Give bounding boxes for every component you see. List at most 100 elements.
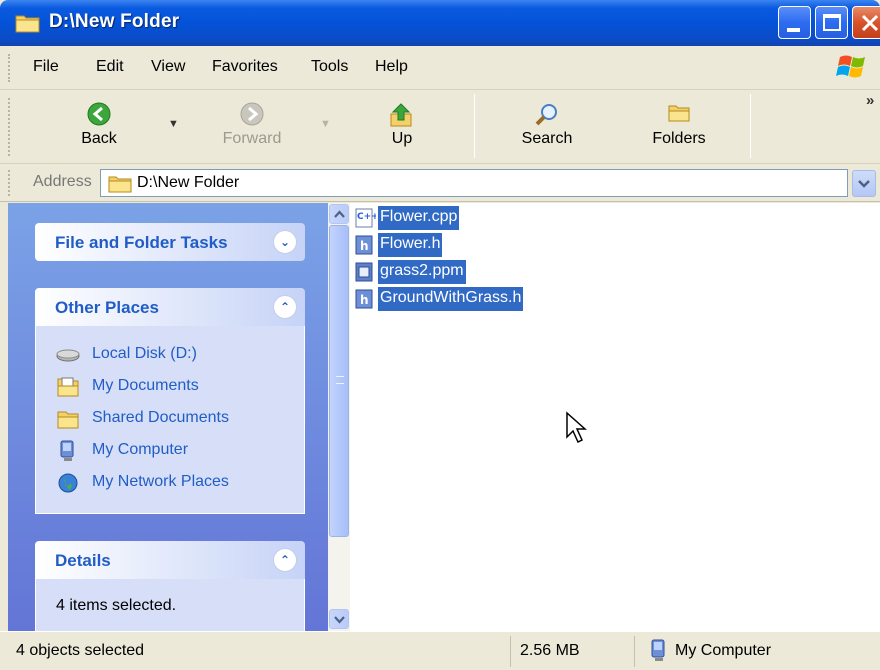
place-label: Shared Documents [92, 409, 229, 426]
image-file-icon [355, 262, 373, 282]
search-button[interactable]: Search [508, 90, 586, 164]
toolbar-separator [474, 94, 475, 158]
svg-text:C++: C++ [357, 212, 376, 222]
folders-button[interactable]: Folders [640, 90, 718, 164]
file-folder-tasks-group: File and Folder Tasks ⌄ [35, 223, 305, 261]
svg-text:h: h [360, 239, 369, 253]
details-text: 4 items selected. [56, 597, 177, 614]
up-label: Up [391, 130, 413, 147]
place-label: My Documents [92, 377, 199, 394]
up-folder-icon [390, 103, 412, 127]
scroll-down-button[interactable] [329, 609, 349, 629]
place-label: My Computer [92, 441, 189, 458]
minimize-button[interactable] [778, 6, 811, 39]
collapse-chevron-icon[interactable]: ⌃ [273, 548, 297, 572]
folder-icon [15, 15, 40, 33]
address-dropdown-button[interactable] [852, 170, 876, 197]
explorer-window: D:\New Folder File Edit View Favorites T… [0, 0, 880, 670]
group-body: 4 items selected. [35, 579, 305, 631]
collapse-chevron-icon[interactable]: ⌃ [273, 295, 297, 319]
status-divider [510, 636, 511, 667]
windows-logo-icon [836, 55, 865, 78]
close-button[interactable] [852, 6, 880, 39]
menu-grip [8, 54, 10, 82]
maximize-button[interactable] [815, 6, 848, 39]
my-documents-icon [57, 377, 79, 397]
address-bar: Address D:\New Folder [0, 164, 880, 202]
group-title: Details [55, 551, 111, 570]
search-icon [535, 104, 557, 126]
maximize-icon [823, 14, 841, 31]
standard-toolbar: Back ▼ Forward ▼ Up Search Folders » [0, 90, 880, 164]
back-button[interactable]: Back [62, 90, 136, 164]
status-divider [634, 636, 635, 667]
scroll-up-button[interactable] [329, 204, 349, 224]
folder-icon [57, 411, 79, 429]
menu-tools[interactable]: Tools [311, 58, 348, 76]
place-label: Local Disk (D:) [92, 345, 197, 362]
address-input[interactable]: D:\New Folder [100, 169, 848, 197]
folder-icon [108, 176, 132, 193]
menu-bar: File Edit View Favorites Tools Help [0, 46, 880, 90]
group-title: File and Folder Tasks [55, 233, 228, 252]
task-pane-scrollbar[interactable] [328, 203, 350, 631]
folders-icon [668, 105, 690, 122]
address-value: D:\New Folder [137, 174, 240, 191]
menu-favorites[interactable]: Favorites [212, 58, 278, 76]
file-name: GroundWithGrass.h [378, 287, 524, 311]
back-label: Back [81, 130, 117, 147]
scroll-thumb[interactable] [329, 225, 349, 537]
file-name: Flower.cpp [378, 206, 460, 230]
expand-chevron-icon[interactable]: ⌄ [273, 230, 297, 254]
group-body: Local Disk (D:) My Documents Shared Docu… [35, 326, 305, 514]
menu-help[interactable]: Help [375, 58, 408, 76]
toolbar-grip [8, 98, 10, 156]
folders-label: Folders [652, 130, 706, 147]
group-header[interactable]: File and Folder Tasks ⌄ [35, 223, 305, 261]
forward-arrow-icon [240, 102, 264, 126]
other-places-group: Other Places ⌃ Local Disk (D:) My Docume… [35, 288, 305, 514]
menu-file[interactable]: File [33, 58, 59, 76]
close-icon [861, 14, 879, 32]
search-label: Search [521, 130, 573, 147]
status-bar: 4 objects selected 2.56 MB My Computer [0, 631, 880, 670]
status-selection: 4 objects selected [16, 642, 145, 659]
group-header[interactable]: Other Places ⌃ [35, 288, 305, 326]
chevron-down-icon [858, 180, 870, 188]
window-title: D:\New Folder [49, 11, 180, 32]
status-size: 2.56 MB [520, 642, 580, 659]
title-bar[interactable]: D:\New Folder [0, 0, 880, 46]
header-file-icon: h [355, 289, 373, 309]
forward-button[interactable]: Forward [212, 90, 292, 164]
toolbar-separator [750, 94, 751, 158]
thumb-grip [336, 376, 344, 384]
menu-edit[interactable]: Edit [96, 58, 124, 76]
back-dropdown-chevron-icon[interactable]: ▼ [168, 118, 179, 130]
details-group: Details ⌃ 4 items selected. [35, 541, 305, 631]
file-list[interactable]: C++ Flower.cpp h Flower.h grass2.ppm h G… [350, 203, 880, 631]
task-pane: File and Folder Tasks ⌄ Other Places ⌃ L… [8, 203, 328, 631]
minimize-icon [787, 28, 800, 32]
status-zone: My Computer [675, 642, 772, 659]
network-places-icon [58, 473, 78, 493]
my-computer-icon [60, 440, 74, 461]
group-header[interactable]: Details ⌃ [35, 541, 305, 579]
cpp-file-icon: C++ [355, 208, 376, 228]
forward-label: Forward [222, 130, 282, 147]
up-button[interactable]: Up [372, 90, 432, 164]
forward-dropdown-chevron-icon: ▼ [320, 118, 331, 130]
chevron-up-icon [334, 210, 345, 218]
back-arrow-icon [87, 102, 111, 126]
header-file-icon: h [355, 235, 373, 255]
my-computer-icon [651, 639, 665, 661]
mouse-cursor-icon [566, 411, 587, 444]
file-name: grass2.ppm [378, 260, 466, 284]
svg-text:h: h [360, 293, 369, 307]
hard-drive-icon [56, 349, 80, 362]
file-name: Flower.h [378, 233, 443, 257]
menu-view[interactable]: View [151, 58, 185, 76]
address-label: Address [33, 173, 92, 190]
toolbar-overflow-button[interactable]: » [866, 92, 874, 109]
address-grip [8, 170, 10, 196]
group-title: Other Places [55, 298, 159, 317]
